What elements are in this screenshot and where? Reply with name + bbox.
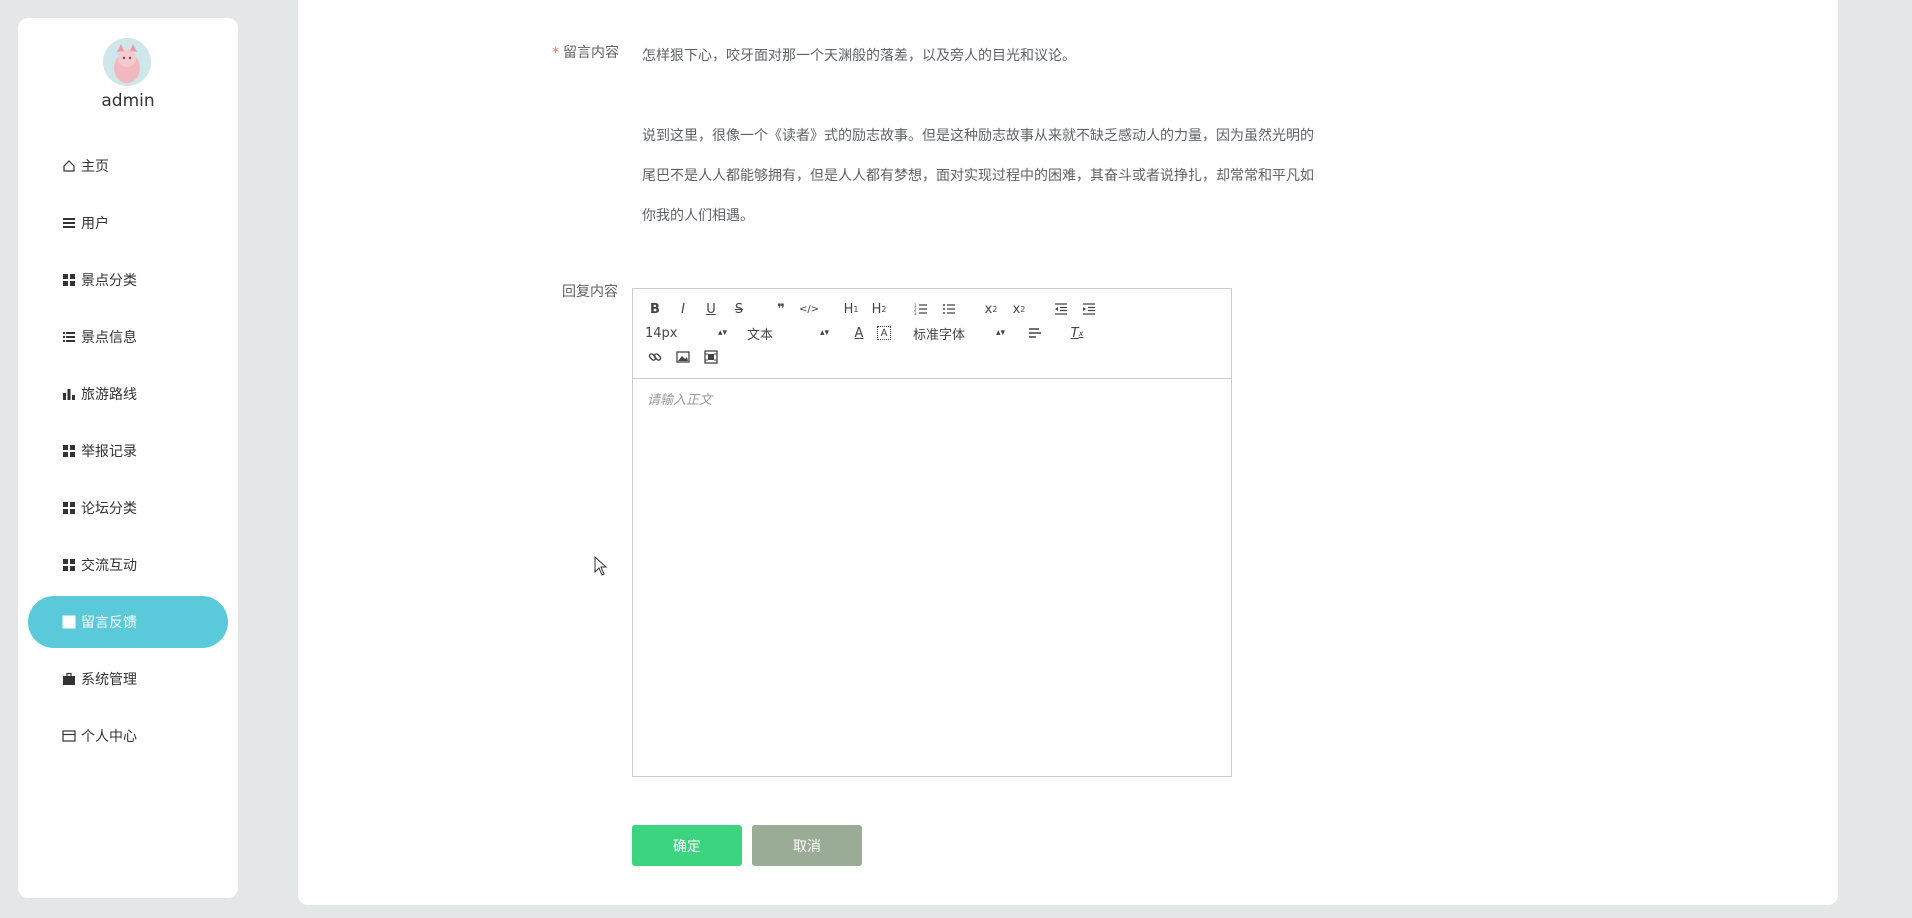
message-content: 怎样狠下心，咬牙面对那一个天渊般的落差，以及旁人的目光和议论。 说到这里，很像一… [642,36,1382,236]
bullet-list-icon [943,304,955,314]
video-button[interactable] [701,347,721,367]
sidebar-item-label: 景点信息 [81,330,137,346]
background-color-button[interactable]: A [877,326,891,340]
editor-toolbar: B I U S ❞ </> H1 H2 123 x2 x2 14px ▴▾ 文本… [633,289,1231,379]
sidebar: admin 主页 用户 景点分类 景点信息 旅游路线 举报记录 论坛分类 交流互… [18,18,238,898]
sidebar-item-users[interactable]: 用户 [28,197,228,249]
font-size-select[interactable]: 14px ▴▾ [645,326,727,341]
font-family-select[interactable]: 标准字体 ▴▾ [913,324,1005,343]
sidebar-item-label: 景点分类 [81,273,137,289]
ordered-list-icon: 123 [914,303,927,316]
message-line: 你我的人们相遇。 [642,208,754,224]
select-arrows-icon: ▴▾ [819,328,829,338]
sidebar-item-label: 系统管理 [81,672,137,688]
bar-chart-icon [62,387,76,401]
grid-icon [62,444,76,458]
quote-button[interactable]: ❞ [771,299,791,319]
sidebar-menu: 主页 用户 景点分类 景点信息 旅游路线 举报记录 论坛分类 交流互动 留言反馈… [28,140,228,767]
message-line: 尾巴不是人人都能够拥有，但是人人都有梦想，面对实现过程中的困难，其奋斗或者说挣扎… [642,168,1314,184]
bullet-list-button[interactable] [939,299,959,319]
clear-format-button[interactable]: Tx [1067,323,1087,343]
main-panel: * 留言内容 怎样狠下心，咬牙面对那一个天渊般的落差，以及旁人的目光和议论。 说到… [298,0,1838,905]
sidebar-item-label: 论坛分类 [81,501,137,517]
sidebar-item-label: 交流互动 [81,558,137,574]
bold-button[interactable]: B [645,299,665,319]
editor-content-area[interactable]: 请输入正文 [647,389,712,408]
sidebar-item-label: 用户 [81,216,109,232]
sidebar-item-label: 举报记录 [81,444,137,460]
list-icon [62,216,76,230]
code-block-button[interactable]: </> [799,299,819,319]
sidebar-item-reports[interactable]: 举报记录 [28,425,228,477]
briefcase-icon [62,672,76,686]
ordered-list-button[interactable]: 123 [911,299,931,319]
outdent-button[interactable] [1051,299,1071,319]
sidebar-item-label: 留言反馈 [81,615,137,631]
align-button[interactable] [1025,323,1045,343]
align-left-icon [1029,328,1041,338]
card-icon [62,729,76,743]
underline-button[interactable]: U [701,299,721,319]
sidebar-item-label: 旅游路线 [81,387,137,403]
sidebar-item-travel-routes[interactable]: 旅游路线 [28,368,228,420]
required-mark: * [552,45,559,61]
sidebar-item-interaction[interactable]: 交流互动 [28,539,228,591]
grid-icon [62,501,76,515]
indent-button[interactable] [1079,299,1099,319]
cancel-button[interactable]: 取消 [752,825,862,866]
outdent-icon [1055,303,1067,315]
message-label: * 留言内容 [552,45,619,61]
sidebar-item-system[interactable]: 系统管理 [28,653,228,705]
reply-label: 回复内容 [562,284,618,300]
image-icon [676,351,690,363]
link-icon [648,353,662,361]
select-arrows-icon: ▴▾ [995,328,1005,338]
message-line: 怎样狠下心，咬牙面对那一个天渊般的落差，以及旁人的目光和议论。 [642,48,1076,64]
subscript-button[interactable]: x2 [981,299,1001,319]
sidebar-item-home[interactable]: 主页 [28,140,228,192]
italic-button[interactable]: I [673,299,693,319]
sidebar-item-spot-category[interactable]: 景点分类 [28,254,228,306]
superscript-button[interactable]: x2 [1009,299,1029,319]
strikethrough-button[interactable]: S [729,299,749,319]
paragraph-select[interactable]: 文本 ▴▾ [747,324,829,343]
sidebar-item-forum-category[interactable]: 论坛分类 [28,482,228,534]
confirm-button[interactable]: 确定 [632,825,742,866]
svg-text:3: 3 [914,311,917,316]
table-icon [62,615,76,629]
link-button[interactable] [645,347,665,367]
sidebar-item-label: 个人中心 [81,729,137,745]
username: admin [101,91,155,111]
indent-icon [1083,303,1095,315]
mouse-cursor-icon [594,556,608,576]
video-icon [704,350,718,364]
sidebar-item-spot-info[interactable]: 景点信息 [28,311,228,363]
sidebar-item-feedback[interactable]: 留言反馈 [28,596,228,648]
image-button[interactable] [673,347,693,367]
header2-button[interactable]: H2 [869,299,889,319]
sidebar-item-profile[interactable]: 个人中心 [28,710,228,762]
message-line: 说到这里，很像一个《读者》式的励志故事。但是这种励志故事从来就不缺乏感动人的力量… [642,128,1314,144]
avatar[interactable] [103,38,151,86]
header1-button[interactable]: H1 [841,299,861,319]
grid-icon [62,558,76,572]
sidebar-item-label: 主页 [81,159,109,175]
reply-editor: B I U S ❞ </> H1 H2 123 x2 x2 14px ▴▾ 文本… [632,288,1232,777]
list-icon [62,330,76,344]
select-arrows-icon: ▴▾ [717,328,727,338]
font-color-button[interactable]: A [849,323,869,343]
grid-icon [62,273,76,287]
home-icon [62,159,76,173]
